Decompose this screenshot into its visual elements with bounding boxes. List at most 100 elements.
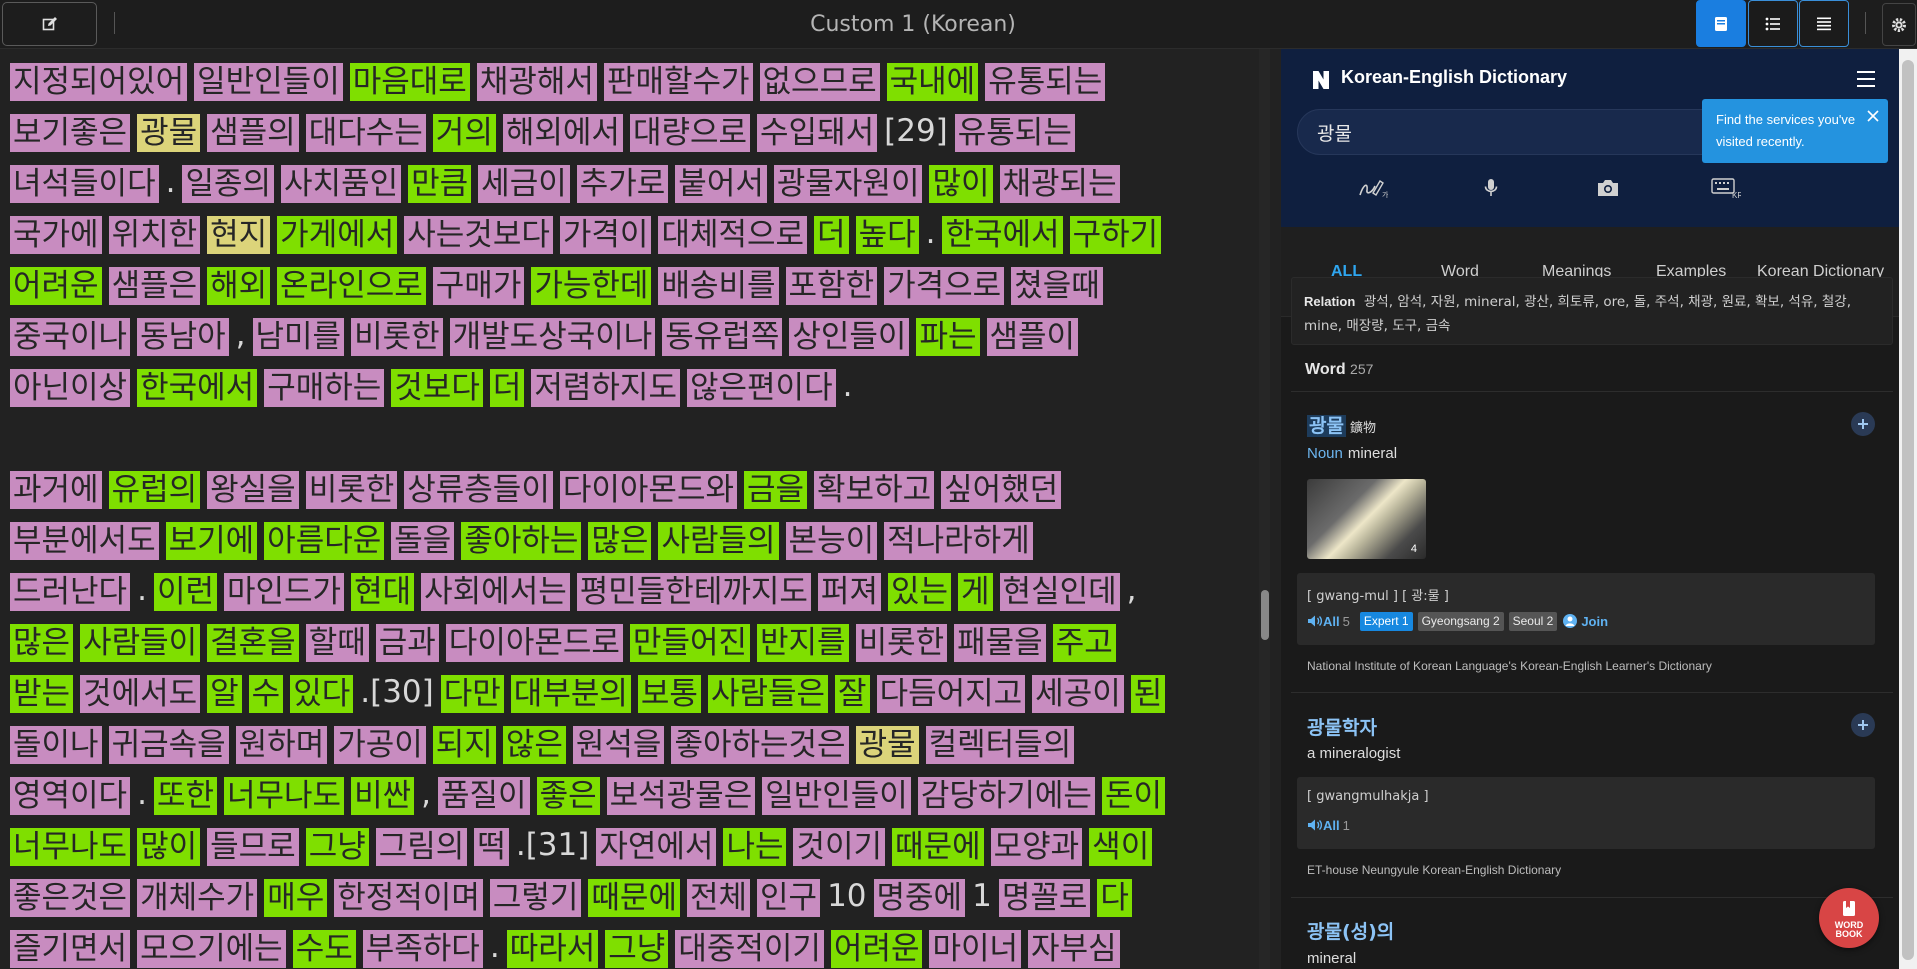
highlighted-word[interactable]: 명꼴로 xyxy=(998,878,1091,917)
highlighted-word[interactable]: 사는것보다 xyxy=(404,215,553,254)
highlighted-word[interactable]: 현지 xyxy=(207,215,271,254)
highlighted-word[interactable]: 잘 xyxy=(835,674,870,713)
highlighted-word[interactable]: 부분에서도 xyxy=(10,521,159,560)
highlighted-word[interactable]: 때문에 xyxy=(588,878,680,917)
relation-words[interactable]: 광석, 암석, 자원, mineral, 광산, 희토류, ore, 돌, 주석… xyxy=(1304,294,1851,334)
highlighted-word[interactable]: 비롯한 xyxy=(305,470,398,509)
highlighted-word[interactable]: 세금이 xyxy=(478,164,570,203)
korean-keyboard-button[interactable]: KR xyxy=(1711,175,1741,201)
highlighted-word[interactable]: 있다 xyxy=(290,674,354,713)
highlighted-word[interactable]: 유통되는 xyxy=(985,62,1106,101)
highlighted-word[interactable]: 자연에서 xyxy=(596,827,717,866)
highlighted-word[interactable]: 없으므로 xyxy=(759,62,880,101)
highlighted-word[interactable]: 구매하는 xyxy=(264,368,385,407)
highlighted-word[interactable]: 인구 xyxy=(757,878,821,917)
highlighted-word[interactable]: 한국에서 xyxy=(137,368,258,407)
highlighted-word[interactable]: 해외에서 xyxy=(502,113,623,152)
add-to-wordbook-button[interactable] xyxy=(1851,713,1875,737)
highlighted-word[interactable]: 이런 xyxy=(153,572,217,611)
highlighted-word[interactable]: 가능한데 xyxy=(531,266,652,305)
handwriting-button[interactable]: 가 xyxy=(1358,175,1388,201)
highlighted-word[interactable]: 그냥 xyxy=(605,929,669,968)
highlighted-word[interactable]: 모으기에는 xyxy=(137,929,286,968)
highlighted-word[interactable]: 비싼 xyxy=(351,776,415,815)
highlighted-word[interactable]: 색이 xyxy=(1089,827,1153,866)
highlighted-word[interactable]: 비롯한 xyxy=(351,317,443,356)
highlighted-word[interactable]: 다이아몬드로 xyxy=(445,623,623,662)
highlighted-word[interactable]: 지정되어있어 xyxy=(10,62,188,101)
highlighted-word[interactable]: 가공이 xyxy=(334,725,426,764)
highlighted-word[interactable]: 반지를 xyxy=(757,623,849,662)
highlighted-word[interactable]: 보기좋은 xyxy=(10,113,131,152)
highlighted-word[interactable]: 사회에서는 xyxy=(421,572,570,611)
highlighted-word[interactable]: 보석광물은 xyxy=(606,776,756,815)
highlighted-word[interactable]: 대체적으로 xyxy=(658,215,808,254)
highlighted-word[interactable]: 금과 xyxy=(375,623,439,662)
highlighted-word[interactable]: 샘플이 xyxy=(986,317,1079,356)
highlighted-word[interactable]: 돈이 xyxy=(1101,776,1165,815)
highlighted-word[interactable]: 다듬어지고 xyxy=(876,674,1026,713)
highlighted-word[interactable]: 가격이 xyxy=(559,215,652,254)
highlighted-word[interactable]: 한국에서 xyxy=(942,215,1063,254)
entry-word[interactable]: 광물 鑛物 xyxy=(1307,411,1376,438)
highlighted-word[interactable]: 남미를 xyxy=(252,317,345,356)
highlighted-word[interactable]: 사람들은 xyxy=(707,674,829,713)
highlighted-word[interactable]: 동유럽쪽 xyxy=(662,317,783,356)
highlighted-word[interactable]: 사람들의 xyxy=(658,521,779,560)
highlighted-word[interactable]: 채광되는 xyxy=(999,164,1120,203)
highlighted-word[interactable]: 것에서도 xyxy=(80,674,201,713)
highlighted-word[interactable]: 수 xyxy=(248,674,284,713)
highlighted-word[interactable]: 파는 xyxy=(916,317,980,356)
highlighted-word[interactable]: 된 xyxy=(1130,674,1166,713)
highlighted-word[interactable]: 마이너 xyxy=(929,929,1022,968)
highlighted-word[interactable]: 보기에 xyxy=(165,521,258,560)
highlighted-word[interactable]: 어려운 xyxy=(10,266,102,305)
highlighted-word[interactable]: 원하며 xyxy=(235,725,328,764)
highlighted-word[interactable]: 중국이나 xyxy=(10,317,131,356)
highlighted-word[interactable]: 만들어진 xyxy=(629,623,751,662)
highlighted-word[interactable]: 많은 xyxy=(10,623,74,662)
play-all-button[interactable]: All 5 xyxy=(1307,614,1350,629)
highlighted-word[interactable]: 받는 xyxy=(10,674,74,713)
highlighted-word[interactable]: 패물을 xyxy=(954,623,1046,662)
highlighted-word[interactable]: 가격으로 xyxy=(884,266,1005,305)
highlighted-word[interactable]: 어려운 xyxy=(830,929,923,968)
highlighted-word[interactable]: 대부분의 xyxy=(510,674,631,713)
highlighted-word[interactable]: 유통되는 xyxy=(954,113,1075,152)
highlighted-word[interactable]: 채광해서 xyxy=(476,62,597,101)
highlighted-word[interactable]: 대량으로 xyxy=(629,113,751,152)
highlighted-word[interactable]: 있는 xyxy=(887,572,952,611)
wordbook-button[interactable]: WORD BOOK xyxy=(1819,888,1879,948)
highlighted-word[interactable]: 그렇기 xyxy=(489,878,582,917)
highlighted-word[interactable]: 더 xyxy=(489,368,525,407)
highlighted-word[interactable]: 또한 xyxy=(153,776,217,815)
image-search-button[interactable] xyxy=(1593,175,1623,201)
highlighted-word[interactable]: 거의 xyxy=(432,113,496,152)
highlighted-word[interactable]: 들므로 xyxy=(207,827,299,866)
highlighted-word[interactable]: 유럽의 xyxy=(108,470,201,509)
highlighted-word[interactable]: 많이 xyxy=(929,164,993,203)
highlighted-word[interactable]: 저렴하지도 xyxy=(531,368,680,407)
highlighted-word[interactable]: 않은 xyxy=(502,725,566,764)
highlighted-word[interactable]: 배송비를 xyxy=(658,266,779,305)
text-view-button[interactable] xyxy=(1799,0,1849,47)
highlighted-word[interactable]: 자부심 xyxy=(1028,929,1120,968)
highlighted-word[interactable]: 게 xyxy=(958,572,993,611)
highlighted-word[interactable]: 해외 xyxy=(207,266,271,305)
highlighted-word[interactable]: 포함한 xyxy=(785,266,878,305)
highlighted-word[interactable]: 광물자원이 xyxy=(773,164,923,203)
highlighted-word[interactable]: 품질이 xyxy=(438,776,530,815)
highlighted-word[interactable]: 너무나도 xyxy=(224,776,345,815)
highlighted-word[interactable]: 한정적이며 xyxy=(334,878,483,917)
highlighted-word[interactable]: 마인드가 xyxy=(224,572,345,611)
highlighted-word[interactable]: 추가로 xyxy=(576,164,669,203)
highlighted-word[interactable]: 구매가 xyxy=(432,266,525,305)
highlighted-word[interactable]: 돌을 xyxy=(391,521,455,560)
highlighted-word[interactable]: 떡 xyxy=(474,827,509,866)
highlighted-word[interactable]: 일종의 xyxy=(182,164,275,203)
highlighted-word[interactable]: 것이기 xyxy=(793,827,886,866)
entry-source[interactable]: ET-house Neungyule Korean-English Dictio… xyxy=(1307,863,1561,877)
entry-word[interactable]: 광물(성)의 xyxy=(1307,917,1394,944)
highlighted-word[interactable]: 부족하다 xyxy=(362,929,483,968)
list-view-button[interactable] xyxy=(1748,0,1798,47)
